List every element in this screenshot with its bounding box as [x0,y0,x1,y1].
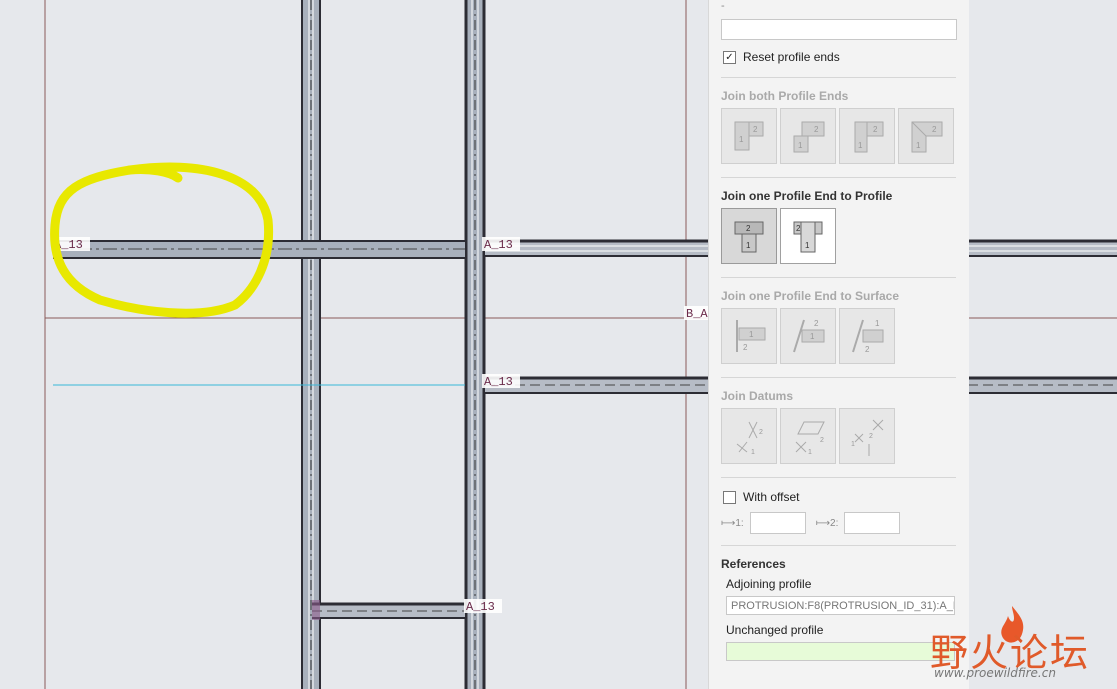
offset-fields-row: ⟼ 1: ⟼ 2: [721,512,910,534]
join-both-butt-icon: 12 [734,121,764,151]
svg-text:1: 1 [751,449,755,456]
datum-label-a13-bottom: A_13 [466,600,495,614]
join-datums-plane-button[interactable]: 21 [780,408,836,464]
join-end-to-surface-icon: 12 [736,320,766,352]
svg-text:1: 1 [798,141,803,150]
with-offset-checkbox[interactable] [723,490,736,504]
beam-horizontal-a13-bottom[interactable] [312,600,465,620]
offset-1-label: 1: [735,517,744,529]
unchanged-profile-label: Unchanged profile [726,623,824,637]
forum-watermark: 野火论坛 www.proewildfire.cn [930,604,1110,684]
svg-text:1: 1 [851,441,855,448]
datum-label-a13-mid-right: A_13 [484,375,513,389]
reset-profile-ends-row[interactable]: ✓ Reset profile ends [723,50,840,64]
join-end-to-surface-offset-icon: 12 [852,319,884,354]
separator [721,477,956,478]
join-one-surface-buttons: 12 12 12 [721,308,895,364]
svg-text:2: 2 [873,125,878,134]
join-end-to-surface-offset-button[interactable]: 12 [839,308,895,364]
reset-profile-ends-checkbox[interactable]: ✓ [723,50,736,64]
join-datums-buttons: 21 21 21 [721,408,895,464]
join-one-profile-title: Join one Profile End to Profile [721,189,893,203]
join-one-surface-title: Join one Profile End to Surface [721,289,900,303]
join-both-title: Join both Profile Ends [721,89,849,103]
beam-vertical-1[interactable] [301,0,321,689]
adjoining-profile-label: Adjoining profile [726,577,812,591]
separator [721,377,956,378]
join-both-tee-icon: 12 [854,121,884,153]
join-end-to-profile-extend-button[interactable]: 21 [780,208,836,264]
datum-label-b: B_A [686,307,708,321]
with-offset-label: With offset [743,490,800,504]
join-end-to-surface-angled-icon: 12 [793,319,825,353]
join-datums-plane-icon: 21 [795,421,825,456]
top-text-field[interactable] [721,19,957,40]
join-end-to-profile-extend-icon: 21 [793,221,823,253]
offset-2-label: 2: [830,517,839,529]
separator [721,77,956,78]
svg-text:2: 2 [932,125,937,134]
offset-2-input[interactable] [844,512,901,534]
svg-text:1: 1 [916,141,921,150]
with-offset-row[interactable]: With offset [723,490,799,504]
svg-text:2: 2 [869,433,873,440]
unchanged-profile-field[interactable] [726,642,955,661]
join-both-tee-button[interactable]: 12 [839,108,895,164]
svg-text:2: 2 [865,345,870,354]
join-both-lap-button[interactable]: 12 [780,108,836,164]
separator [721,277,956,278]
join-end-to-profile-trim-icon: 21 [734,221,764,253]
top-dash: - [721,0,725,12]
join-datums-point-icon: 21 [851,419,884,456]
separator [721,545,956,546]
beam-horizontal-a13-left[interactable] [53,240,465,259]
svg-text:2: 2 [746,224,751,233]
svg-text:1: 1 [805,241,810,250]
svg-text:1: 1 [810,332,815,341]
end-treatment-panel: - ✓ Reset profile ends Join both Profile… [708,0,969,689]
join-both-miter-icon: 12 [911,121,943,153]
svg-text:1: 1 [749,330,754,339]
join-one-profile-buttons: 21 21 [721,208,836,264]
beam-vertical-2[interactable] [464,0,486,689]
reset-profile-ends-label: Reset profile ends [743,50,840,64]
references-title: References [721,557,786,571]
join-datums-point-button[interactable]: 21 [839,408,895,464]
svg-text:2: 2 [814,125,819,134]
join-both-butt-button[interactable]: 12 [721,108,777,164]
svg-text:2: 2 [796,224,801,233]
svg-text:1: 1 [746,241,751,250]
svg-text:2: 2 [743,343,748,352]
watermark-url-text: www.proewildfire.cn [934,666,1056,680]
offset-1-icon: ⟼ [721,517,736,529]
adjoining-profile-field[interactable]: PROTRUSION:F8(PROTRUSION_ID_31):A_PF [726,596,955,615]
join-both-miter-button[interactable]: 12 [898,108,954,164]
offset-2-icon: ⟼ [815,517,831,529]
svg-text:1: 1 [858,141,863,150]
join-datums-title: Join Datums [721,389,794,403]
join-datums-csys-icon: 21 [736,421,763,456]
offset-1-input[interactable] [749,512,806,534]
svg-text:2: 2 [820,437,824,444]
join-both-lap-icon: 12 [793,121,825,153]
join-end-to-surface-angled-button[interactable]: 12 [780,308,836,364]
join-datums-csys-button[interactable]: 21 [721,408,777,464]
separator [721,177,956,178]
datum-label-a13-top-right: A_13 [484,238,513,252]
join-end-to-profile-trim-button[interactable]: 21 [721,208,777,264]
svg-text:2: 2 [759,429,763,436]
join-end-to-surface-button[interactable]: 12 [721,308,777,364]
svg-text:2: 2 [753,125,758,134]
svg-text:1: 1 [739,135,744,144]
svg-text:1: 1 [875,319,880,328]
svg-text:2: 2 [814,319,819,328]
join-both-buttons: 12 12 12 12 [721,108,954,164]
svg-text:1: 1 [808,449,812,456]
